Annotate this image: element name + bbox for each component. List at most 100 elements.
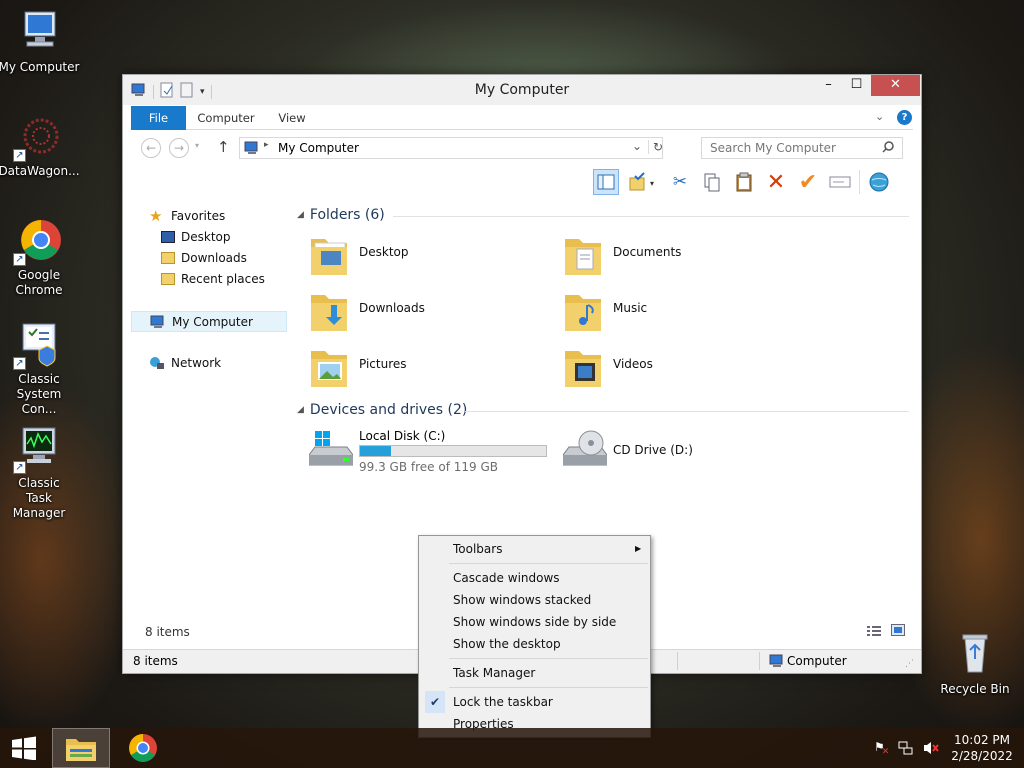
desktop-icon-label: Classic Task Manager <box>12 476 66 520</box>
details-view-icon[interactable] <box>867 625 881 640</box>
item-count: 8 items <box>145 625 190 639</box>
sidebar-item-label: Network <box>171 356 222 370</box>
sidebar-item-label: Favorites <box>171 209 226 223</box>
sidebar-item-recent-places[interactable]: Recent places <box>131 269 287 290</box>
recent-locations-icon[interactable]: ▾ <box>195 141 199 150</box>
drive-item-local-disk[interactable]: Local Disk (C:) 99.3 GB free of 119 GB <box>297 423 547 475</box>
checkmark-icon[interactable]: ✔ <box>795 169 821 195</box>
sidebar-item-desktop[interactable]: Desktop <box>131 227 287 248</box>
desktop-icon-datawagon[interactable]: ↗ DataWagon... <box>0 112 82 179</box>
status-location: Computer <box>787 654 847 668</box>
copy-icon[interactable] <box>699 169 725 195</box>
menu-item-cascade-windows[interactable]: Cascade windows <box>421 567 648 589</box>
desktop-icon-my-computer[interactable]: My Computer <box>0 8 82 75</box>
address-row: ← → ▾ ↑ ▸ My Computer ⌄ ↻ Search My Comp… <box>131 133 913 163</box>
sidebar-item-network[interactable]: Network <box>131 353 287 374</box>
resize-grip-icon[interactable]: ⋰ <box>905 659 914 669</box>
desktop-icon-label: DataWagon... <box>0 164 80 178</box>
clock-time: 10:02 PM <box>954 733 1010 747</box>
tab-file[interactable]: File <box>131 106 186 130</box>
drive-item-cd-drive[interactable]: CD Drive (D:) <box>551 423 791 475</box>
file-explorer-icon <box>66 739 96 761</box>
tab-computer[interactable]: Computer <box>193 106 259 130</box>
preview-pane-button[interactable] <box>593 169 619 195</box>
search-input[interactable]: Search My Computer <box>710 141 836 155</box>
search-box[interactable]: Search My Computer <box>701 137 903 159</box>
folder-item-videos[interactable]: Videos <box>551 341 791 393</box>
control-panel-icon: ↗ <box>13 320 63 370</box>
menu-item-lock-the-taskbar[interactable]: ✔ Lock the taskbar <box>421 691 648 713</box>
drive-usage-fill <box>360 446 391 456</box>
menu-item-show-windows-stacked[interactable]: Show windows stacked <box>421 589 648 611</box>
folder-item-documents[interactable]: Documents <box>551 229 791 281</box>
help-icon[interactable]: ? <box>897 110 912 125</box>
desktop-icon-classic-task-manager[interactable]: ↗ Classic Task Manager <box>0 424 82 521</box>
group-header-devices[interactable]: ◢ Devices and drives (2) <box>297 400 467 420</box>
back-button[interactable]: ← <box>141 138 161 158</box>
taskbar-file-explorer[interactable] <box>52 728 110 768</box>
chevron-down-icon[interactable]: ⌄ <box>875 110 884 123</box>
desktop-icon-classic-system-control[interactable]: ↗ Classic System Con... <box>0 320 82 417</box>
checkmark-icon: ✔ <box>425 691 445 713</box>
chrome-icon: ↗ <box>13 216 63 266</box>
action-center-flag-icon[interactable]: ⚑✕ <box>874 740 892 757</box>
clock[interactable]: 10:02 PM 2/28/2022 <box>950 732 1014 764</box>
menu-item-task-manager[interactable]: Task Manager <box>421 662 648 684</box>
status-item-count: 8 items <box>133 654 178 668</box>
group-header-folders[interactable]: ◢ Folders (6) <box>297 205 385 225</box>
breadcrumb-separator-icon[interactable]: ▸ <box>264 140 269 150</box>
taskbar-google-chrome[interactable] <box>114 728 172 768</box>
large-icons-view-icon[interactable] <box>891 624 905 639</box>
folder-name: Pictures <box>359 357 407 371</box>
sidebar-item-my-computer[interactable]: My Computer <box>131 311 287 332</box>
tab-view[interactable]: View <box>271 106 313 130</box>
breadcrumb[interactable]: My Computer <box>278 141 359 155</box>
rename-icon[interactable] <box>827 169 853 195</box>
cd-drive-icon <box>562 425 608 471</box>
address-bar[interactable]: ▸ My Computer ⌄ ↻ <box>239 137 663 159</box>
computer-icon <box>244 141 260 158</box>
sidebar-item-favorites[interactable]: ★ Favorites <box>131 206 287 227</box>
sidebar-item-downloads[interactable]: Downloads <box>131 248 287 269</box>
select-icon[interactable]: ▾ <box>625 169 661 195</box>
globe-icon[interactable] <box>866 169 892 195</box>
datawagon-icon: ↗ <box>13 112 63 162</box>
search-icon <box>882 141 894 156</box>
paste-icon[interactable] <box>731 169 757 195</box>
folder-name: Downloads <box>359 301 425 315</box>
folder-item-downloads[interactable]: Downloads <box>297 285 537 337</box>
sidebar-item-label: Desktop <box>181 230 231 244</box>
chevron-down-icon[interactable]: ⌄ <box>632 139 642 153</box>
forward-button[interactable]: → <box>169 138 189 158</box>
folder-name: Videos <box>613 357 653 371</box>
network-icon[interactable] <box>898 740 914 759</box>
desktop-icon-recycle-bin[interactable]: Recycle Bin <box>932 630 1018 697</box>
menu-item-label: Toolbars <box>453 542 503 556</box>
computer-icon <box>150 315 164 328</box>
start-button[interactable] <box>0 728 48 768</box>
windows-logo-icon <box>12 736 36 760</box>
minimize-button[interactable]: – <box>815 75 842 96</box>
cut-icon[interactable]: ✂ <box>667 169 693 195</box>
close-button[interactable]: ✕ <box>871 75 920 96</box>
group-title: Devices and drives (2) <box>309 402 468 418</box>
shortcut-arrow-icon: ↗ <box>13 357 26 370</box>
menu-item-toolbars[interactable]: Toolbars ▶ <box>421 538 648 560</box>
up-button[interactable]: ↑ <box>217 138 230 156</box>
shortcut-arrow-icon: ↗ <box>13 149 26 162</box>
maximize-button[interactable]: ☐ <box>843 75 870 96</box>
menu-item-show-the-desktop[interactable]: Show the desktop <box>421 633 648 655</box>
desktop-icon-label: My Computer <box>0 60 80 74</box>
recent-places-icon <box>161 273 175 285</box>
folder-item-desktop[interactable]: Desktop <box>297 229 537 281</box>
clock-date: 2/28/2022 <box>951 749 1013 763</box>
title-bar[interactable]: ▾ My Computer – ☐ ✕ <box>123 75 921 105</box>
delete-icon[interactable]: ✕ <box>763 169 789 195</box>
menu-item-show-windows-side-by-side[interactable]: Show windows side by side <box>421 611 648 633</box>
folder-item-pictures[interactable]: Pictures <box>297 341 537 393</box>
folder-icon <box>309 287 349 333</box>
desktop-icon-google-chrome[interactable]: ↗ Google Chrome <box>0 216 82 298</box>
folder-item-music[interactable]: Music <box>551 285 791 337</box>
refresh-button[interactable]: ↻ <box>648 140 663 154</box>
volume-muted-icon[interactable] <box>922 740 940 759</box>
